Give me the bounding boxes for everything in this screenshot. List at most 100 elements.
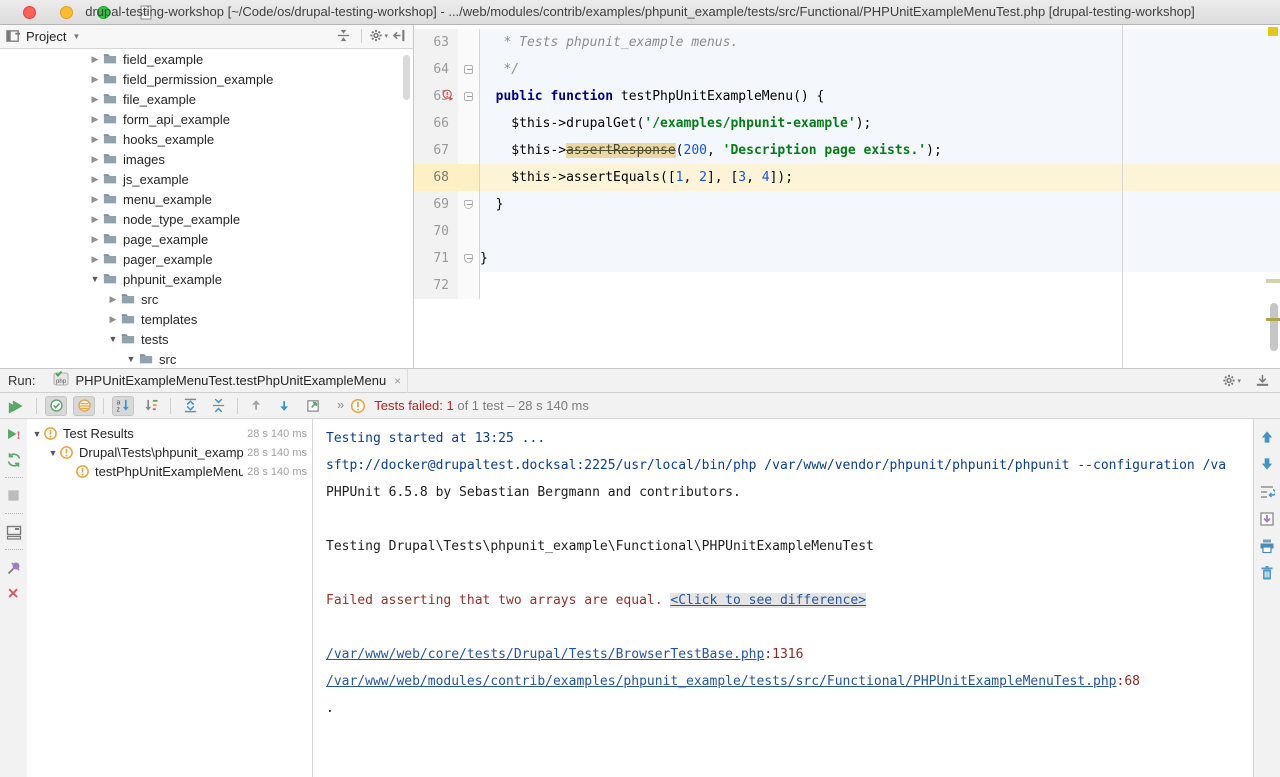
collapse-arrow-icon[interactable]: ▼ [106, 334, 120, 344]
line-number[interactable]: 72 [414, 272, 458, 299]
project-tree-item-tests[interactable]: ▼tests [0, 329, 413, 349]
code-text[interactable]: * Tests phpunit_example menus. [480, 29, 1280, 56]
stop-button[interactable] [6, 487, 21, 504]
project-tree-item-page_example[interactable]: ▶page_example [0, 229, 413, 249]
editor-line-70[interactable]: 70 [414, 218, 1280, 245]
project-tree-item-field_example[interactable]: ▶field_example [0, 49, 413, 69]
fold-gutter[interactable] [458, 245, 480, 272]
fold-gutter[interactable] [458, 137, 480, 164]
collapse-arrow-icon[interactable]: ▼ [88, 274, 102, 284]
editor-line-66[interactable]: 66 $this->drupalGet('/examples/phpunit-e… [414, 110, 1280, 137]
line-number[interactable]: 66 [414, 110, 458, 137]
run-tab[interactable]: php PHPUnitExampleMenuTest.testPhpUnitEx… [47, 369, 408, 393]
pin-button[interactable] [6, 559, 22, 576]
error-stripe-warning-mark[interactable] [1268, 27, 1278, 36]
console-link[interactable]: <Click to see difference> [670, 593, 866, 608]
settings-icon[interactable]: ▾ [368, 28, 388, 43]
line-number[interactable]: 67 [414, 137, 458, 164]
editor-line-71[interactable]: 71} [414, 245, 1280, 272]
expand-arrow-icon[interactable]: ▶ [88, 114, 102, 125]
project-tree-item-menu_example[interactable]: ▶menu_example [0, 189, 413, 209]
close-tab-icon[interactable]: × [394, 374, 401, 388]
test-tree-item[interactable]: ▼Test Results28 s 140 ms [27, 424, 312, 443]
expand-arrow-icon[interactable]: ▶ [88, 254, 102, 265]
editor-line-65[interactable]: 65 public function testPhpUnitExampleMen… [414, 83, 1280, 110]
test-console[interactable]: Testing started at 13:25 ...sftp://docke… [313, 419, 1253, 777]
project-tree-item-images[interactable]: ▶images [0, 149, 413, 169]
project-tree-item-form_api_example[interactable]: ▶form_api_example [0, 109, 413, 129]
console-link[interactable]: /var/www/web/modules/contrib/examples/ph… [326, 674, 1117, 689]
expand-arrow-icon[interactable]: ▶ [88, 214, 102, 225]
rerun-failed-button[interactable]: ! [6, 425, 22, 442]
sort-duration-button[interactable] [140, 396, 162, 416]
code-text[interactable] [480, 272, 1280, 299]
expand-arrow-icon[interactable]: ▶ [106, 314, 120, 325]
line-number[interactable]: 65 [414, 83, 458, 110]
code-text[interactable] [480, 218, 1280, 245]
expand-arrow-icon[interactable]: ▶ [88, 74, 102, 85]
code-text[interactable]: $this->drupalGet('/examples/phpunit-exam… [480, 110, 1280, 137]
more-actions-chevrons[interactable]: » [337, 397, 344, 412]
code-text[interactable]: $this->assertResponse(200, 'Description … [480, 137, 1280, 164]
line-number[interactable]: 69 [414, 191, 458, 218]
scroll-to-end-button[interactable] [1259, 510, 1275, 527]
rerun-failed-test-gutter-icon[interactable] [442, 89, 456, 103]
editor-scrollbar[interactable] [1270, 303, 1278, 351]
code-text[interactable]: } [480, 191, 1280, 218]
fold-end-marker-icon[interactable] [464, 254, 473, 263]
console-link[interactable]: /var/www/web/core/tests/Drupal/Tests/Bro… [326, 647, 764, 662]
show-ignored-button[interactable] [73, 396, 95, 416]
test-tree-item[interactable]: ▼Drupal\Tests\phpunit_example\Functional… [27, 443, 312, 462]
expand-arrow-icon[interactable]: ▶ [88, 194, 102, 205]
expand-arrow-icon[interactable]: ▶ [88, 234, 102, 245]
project-tree-item-node_type_example[interactable]: ▶node_type_example [0, 209, 413, 229]
fold-gutter[interactable] [458, 272, 480, 299]
expand-arrow-icon[interactable]: ▶ [88, 94, 102, 105]
project-tree-item-src[interactable]: ▶src [0, 289, 413, 309]
expand-arrow-icon[interactable]: ▶ [88, 54, 102, 65]
line-number[interactable]: 64 [414, 56, 458, 83]
fold-gutter[interactable] [458, 29, 480, 56]
restore-layout-button[interactable] [6, 523, 22, 540]
rerun-button[interactable] [6, 399, 21, 416]
fold-gutter[interactable] [458, 83, 480, 110]
hide-panel-icon[interactable] [392, 28, 407, 43]
collapse-all-button[interactable] [207, 396, 229, 416]
line-number[interactable]: 68 [414, 164, 458, 191]
editor-line-68[interactable]: 68 $this->assertEquals([1, 2], [3, 4]); [414, 164, 1280, 191]
project-tree-item-file_example[interactable]: ▶file_example [0, 89, 413, 109]
project-tree-item-field_permission_example[interactable]: ▶field_permission_example [0, 69, 413, 89]
test-tree-item[interactable]: testPhpUnitExampleMenu28 s 140 ms [27, 462, 312, 481]
project-tree-item-js_example[interactable]: ▶js_example [0, 169, 413, 189]
line-number[interactable]: 63 [414, 29, 458, 56]
prev-failed-button[interactable] [246, 396, 268, 416]
editor-line-63[interactable]: 63 * Tests phpunit_example menus. [414, 29, 1280, 56]
code-text[interactable]: */ [480, 56, 1280, 83]
fold-gutter[interactable] [458, 164, 480, 191]
fold-end-marker-icon[interactable] [464, 200, 473, 209]
hide-panel-down-icon[interactable] [1255, 373, 1270, 388]
line-number[interactable]: 71 [414, 245, 458, 272]
project-panel-header[interactable]: Project ▼ ▾ [0, 25, 413, 49]
expand-arrow-icon[interactable]: ▶ [88, 154, 102, 165]
toggle-auto-test-button[interactable] [6, 451, 22, 468]
editor-line-64[interactable]: 64 */ [414, 56, 1280, 83]
collapse-all-icon[interactable] [336, 28, 351, 43]
project-tree-item-phpunit_example[interactable]: ▼phpunit_example [0, 269, 413, 289]
close-button[interactable] [7, 585, 21, 602]
editor-line-69[interactable]: 69 } [414, 191, 1280, 218]
expand-arrow-icon[interactable]: ▶ [106, 294, 120, 305]
project-tree-item-pager_example[interactable]: ▶pager_example [0, 249, 413, 269]
project-tree-item-templates[interactable]: ▶templates [0, 309, 413, 329]
print-button[interactable] [1259, 537, 1275, 554]
collapse-arrow-icon[interactable]: ▼ [124, 354, 138, 364]
soft-wrap-button[interactable] [1259, 483, 1275, 500]
fold-marker-icon[interactable] [464, 92, 473, 101]
fold-gutter[interactable] [458, 56, 480, 83]
project-tree-item-hooks_example[interactable]: ▶hooks_example [0, 129, 413, 149]
fold-gutter[interactable] [458, 191, 480, 218]
fold-gutter[interactable] [458, 218, 480, 245]
up-arrow-button[interactable] [1260, 429, 1275, 446]
show-passed-button[interactable] [45, 396, 67, 416]
editor-line-72[interactable]: 72 [414, 272, 1280, 299]
